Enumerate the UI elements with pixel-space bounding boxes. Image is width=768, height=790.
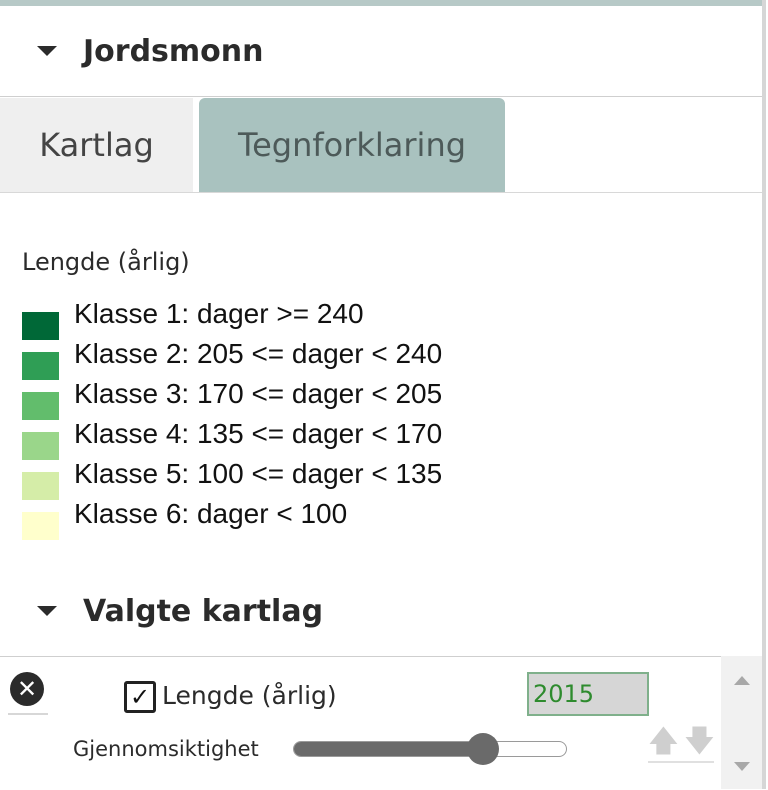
legend-title: Lengde (årlig) bbox=[22, 248, 190, 276]
caret-down-icon bbox=[37, 46, 57, 56]
opacity-slider-handle[interactable] bbox=[467, 733, 500, 765]
selected-layer-row: ✕ ✓ Lengde (årlig) Gjennomsiktighet 🡅 🡇 bbox=[0, 656, 762, 790]
caret-down-icon bbox=[37, 606, 57, 616]
divider bbox=[648, 761, 714, 763]
legend-swatch bbox=[22, 472, 59, 500]
legend-label: Klasse 3: 170 <= dager < 205 bbox=[74, 378, 443, 409]
tab-tegnforklaring[interactable]: Tegnforklaring bbox=[199, 98, 505, 192]
arrow-down-icon[interactable]: 🡇 bbox=[684, 727, 715, 757]
opacity-label: Gjennomsiktighet bbox=[73, 737, 259, 761]
legend-swatch bbox=[22, 432, 59, 460]
legend-label: Klasse 6: dager < 100 bbox=[74, 498, 348, 529]
scroll-up-icon[interactable] bbox=[734, 676, 750, 685]
year-input[interactable] bbox=[527, 672, 649, 716]
legend-label: Klasse 2: 205 <= dager < 240 bbox=[74, 338, 443, 369]
legend-swatch bbox=[22, 352, 59, 380]
layer-visibility-checkbox[interactable]: ✓ bbox=[124, 681, 156, 713]
tab-kartlag[interactable]: Kartlag bbox=[0, 98, 193, 192]
scroll-down-icon[interactable] bbox=[734, 762, 750, 771]
divider bbox=[8, 713, 48, 715]
legend-label: Klasse 5: 100 <= dager < 135 bbox=[74, 458, 443, 489]
tab-bar: Kartlag Tegnforklaring bbox=[0, 98, 762, 193]
legend-swatch bbox=[22, 512, 59, 540]
arrow-up-icon[interactable]: 🡅 bbox=[648, 727, 679, 757]
opacity-slider-fill bbox=[294, 742, 492, 756]
layer-name: Lengde (årlig) bbox=[162, 681, 337, 710]
section-title-jordsmonn: Jordsmonn bbox=[83, 33, 264, 69]
section-header-valgte-kartlag[interactable]: Valgte kartlag bbox=[0, 566, 762, 656]
legend-swatch bbox=[22, 392, 59, 420]
layer-panel: Jordsmonn Kartlag Tegnforklaring Lengde … bbox=[0, 0, 766, 789]
remove-layer-icon[interactable]: ✕ bbox=[10, 672, 44, 706]
section-header-jordsmonn[interactable]: Jordsmonn bbox=[0, 6, 762, 97]
scrollbar[interactable] bbox=[721, 656, 762, 789]
section-title-valgte-kartlag: Valgte kartlag bbox=[83, 593, 324, 629]
legend-swatch bbox=[22, 312, 59, 340]
legend-label: Klasse 4: 135 <= dager < 170 bbox=[74, 418, 443, 449]
opacity-slider[interactable] bbox=[293, 741, 567, 757]
legend-label: Klasse 1: dager >= 240 bbox=[74, 298, 364, 329]
checkmark-icon: ✓ bbox=[129, 683, 151, 711]
